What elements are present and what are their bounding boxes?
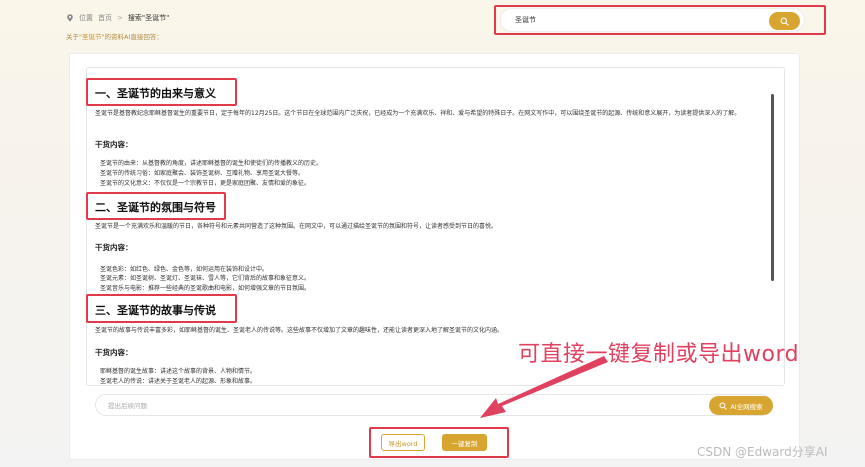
search-input[interactable] xyxy=(515,16,755,24)
ai-web-search-label: AI全网搜索 xyxy=(730,402,763,411)
section-subheading: 干货内容： xyxy=(95,140,133,149)
content-scrollbar[interactable] xyxy=(771,94,774,281)
location-pin-icon xyxy=(67,14,73,22)
search-icon xyxy=(719,401,727,410)
watermark: CSDN @Edward分享AI xyxy=(697,445,828,459)
subtitle-suffix: "的资料AI直接回答： xyxy=(101,33,163,41)
section-heading: 一、圣诞节的由来与意义 xyxy=(95,87,216,100)
answer-subtitle: 关于"圣诞节"的资料AI直接回答： xyxy=(66,31,163,41)
list-item: 圣诞元素：如圣诞树、圣诞灯、圣诞袜、雪人等，它们背后的故事和象征意义。 xyxy=(100,275,311,282)
section-paragraph: 圣诞节是一个充满欢乐和温暖的节日，各种符号和元素共同营造了这种氛围。在网文中，可… xyxy=(95,223,498,230)
ai-web-search-button[interactable]: AI全网搜索 xyxy=(709,396,773,415)
breadcrumb: 位置 首页 > 搜索"圣诞节" xyxy=(66,13,169,23)
section-heading: 三、圣诞节的故事与传说 xyxy=(95,304,216,317)
export-word-button[interactable]: 导出word xyxy=(381,434,425,451)
breadcrumb-location-label: 位置 xyxy=(79,14,93,22)
section-heading: 二、圣诞节的氛围与符号 xyxy=(95,201,216,214)
breadcrumb-separator: > xyxy=(117,14,123,22)
section-subheading: 干货内容： xyxy=(95,243,133,252)
list-item: 圣诞色彩：如红色、绿色、金色等，如何运用在装饰和设计中。 xyxy=(100,266,269,273)
search-icon xyxy=(780,17,789,26)
section-paragraph: 圣诞节的故事与传说丰富多彩，如耶稣基督的诞生、圣诞老人的传说等。这些故事不仅增加… xyxy=(95,327,504,334)
breadcrumb-current: 搜索"圣诞节" xyxy=(127,14,170,22)
list-item: 圣诞节的文化意义：不仅仅是一个宗教节日，更是家庭团聚、友情和爱的象征。 xyxy=(100,180,311,187)
subtitle-keyword: 圣诞节 xyxy=(82,33,102,41)
list-item: 圣诞节的传统习俗：如家庭聚会、装饰圣诞树、互赠礼物、享用圣诞大餐等。 xyxy=(100,170,305,177)
subtitle-prefix: 关于" xyxy=(66,33,82,41)
section-paragraph: 圣诞节是基督教纪念耶稣基督诞生的重要节日，定于每年的12月25日。这个节日在全球… xyxy=(95,110,741,117)
list-item: 圣诞老人的传说：讲述关于圣诞老人的起源、形象和故事。 xyxy=(100,378,257,385)
search-box xyxy=(500,8,805,32)
list-item: 圣诞音乐与电影：推荐一些经典的圣诞歌曲和电影，如何增强文章的节日氛围。 xyxy=(100,285,311,292)
search-button[interactable] xyxy=(769,12,800,30)
annotation-text: 可直接一键复制或导出word xyxy=(518,342,800,367)
list-item: 耶稣基督的诞生故事：讲述这个故事的背景、人物和情节。 xyxy=(100,368,257,375)
copy-all-button[interactable]: 一键复制 xyxy=(442,434,487,451)
section-subheading: 干货内容： xyxy=(95,348,133,357)
list-item: 圣诞节的由来：从基督教的角度，讲述耶稣基督的诞生和使徒们的传播教义的历史。 xyxy=(100,160,323,167)
breadcrumb-home-link[interactable]: 首页 xyxy=(98,13,112,23)
followup-box xyxy=(95,394,772,416)
